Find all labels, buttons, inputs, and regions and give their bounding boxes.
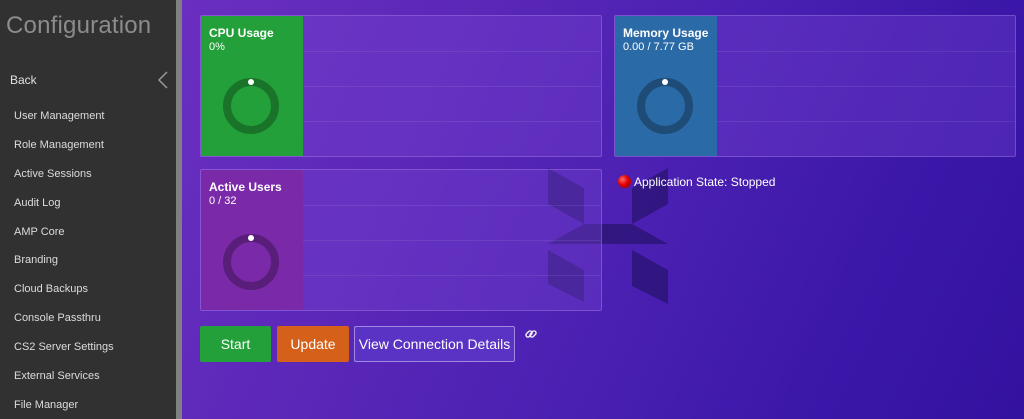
cpu-usage-card: CPU Usage 0% xyxy=(200,15,602,157)
back-label: Back xyxy=(10,73,37,87)
start-button[interactable]: Start xyxy=(200,326,271,362)
active-users-value: 0 / 32 xyxy=(209,195,237,207)
sidebar-item-console-passthru[interactable]: Console Passthru xyxy=(0,304,176,333)
back-button[interactable]: Back xyxy=(0,64,176,96)
sidebar-item-file-manager[interactable]: File Manager xyxy=(0,391,176,419)
sidebar-item-branding[interactable]: Branding xyxy=(0,246,176,275)
sidebar-nav: User Management Role Management Active S… xyxy=(0,102,176,419)
application-state-text: Application State: Stopped xyxy=(634,175,776,189)
sidebar-item-cloud-backups[interactable]: Cloud Backups xyxy=(0,275,176,304)
sidebar-item-active-sessions[interactable]: Active Sessions xyxy=(0,160,176,189)
active-users-title: Active Users xyxy=(209,180,282,194)
main-dashboard: CPU Usage 0% Memory Usage 0.00 / 7.77 GB… xyxy=(182,0,1024,419)
sidebar-item-user-management[interactable]: User Management xyxy=(0,102,176,131)
sidebar-title: Configuration xyxy=(6,12,152,39)
memory-usage-title: Memory Usage xyxy=(623,26,709,40)
memory-usage-value: 0.00 / 7.77 GB xyxy=(623,41,694,53)
active-users-tile: Active Users 0 / 32 xyxy=(201,170,303,310)
link-icon[interactable] xyxy=(524,327,538,341)
active-users-gauge xyxy=(223,234,279,290)
active-users-card: Active Users 0 / 32 xyxy=(200,169,602,311)
sidebar-item-cs2-server-settings[interactable]: CS2 Server Settings xyxy=(0,333,176,362)
cpu-usage-title: CPU Usage xyxy=(209,26,274,40)
cpu-usage-tile: CPU Usage 0% xyxy=(201,16,303,156)
memory-usage-gauge xyxy=(637,78,693,134)
memory-usage-tile: Memory Usage 0.00 / 7.77 GB xyxy=(615,16,717,156)
sidebar-item-audit-log[interactable]: Audit Log xyxy=(0,189,176,218)
sidebar-item-role-management[interactable]: Role Management xyxy=(0,131,176,160)
sidebar: Configuration Back User Management Role … xyxy=(0,0,176,419)
cpu-usage-gauge xyxy=(223,78,279,134)
update-button[interactable]: Update xyxy=(277,326,349,362)
chevron-left-icon xyxy=(157,71,168,89)
sidebar-item-external-services[interactable]: External Services xyxy=(0,362,176,391)
status-indicator-icon xyxy=(618,175,631,188)
view-connection-details-button[interactable]: View Connection Details xyxy=(354,326,515,362)
sidebar-item-amp-core[interactable]: AMP Core xyxy=(0,218,176,247)
memory-usage-card: Memory Usage 0.00 / 7.77 GB xyxy=(614,15,1016,157)
cpu-usage-value: 0% xyxy=(209,41,225,53)
